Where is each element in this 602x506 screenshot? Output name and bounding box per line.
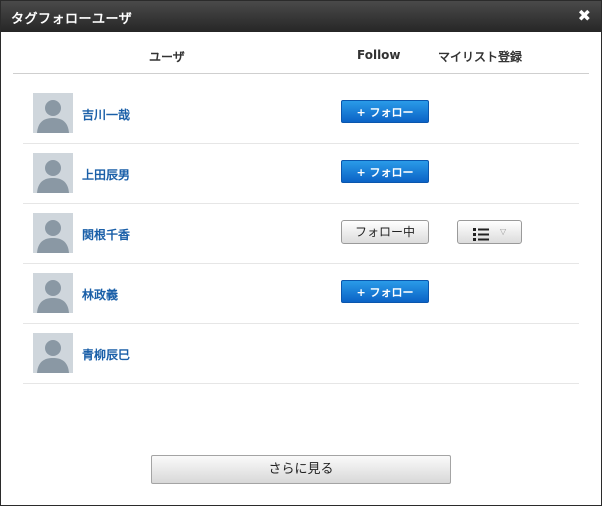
user-name-link[interactable]: 上田辰男 <box>82 166 130 183</box>
avatar <box>33 93 73 133</box>
avatar <box>33 153 73 193</box>
header-divider <box>13 73 589 74</box>
user-row: 関根千香 フォロー中 ▽ <box>23 203 579 264</box>
user-name-link[interactable]: 吉川一哉 <box>82 106 130 123</box>
user-row: 吉川一哉 + フォロー <box>23 83 579 144</box>
user-row: 林政義 + フォロー <box>23 263 579 324</box>
close-icon[interactable]: ✖ <box>578 6 591 25</box>
user-name-link[interactable]: 林政義 <box>82 286 118 303</box>
column-header-user: ユーザ <box>149 50 185 64</box>
dialog-title: タグフォローユーザ <box>11 12 133 27</box>
avatar <box>33 333 73 373</box>
mylist-dropdown-button[interactable]: ▽ <box>457 220 522 244</box>
user-name-link[interactable]: 青柳辰巳 <box>82 346 130 363</box>
user-row: 青柳辰巳 <box>23 323 579 384</box>
chevron-down-icon: ▽ <box>500 227 507 236</box>
following-button[interactable]: フォロー中 <box>341 220 429 244</box>
list-icon <box>473 226 489 245</box>
dialog-titlebar: タグフォローユーザ ✖ <box>1 1 601 32</box>
column-header-follow: Follow <box>357 48 401 62</box>
see-more-button[interactable]: さらに見る <box>151 455 451 484</box>
follow-button[interactable]: + フォロー <box>341 280 429 303</box>
follow-button[interactable]: + フォロー <box>341 160 429 183</box>
avatar <box>33 213 73 253</box>
follow-button[interactable]: + フォロー <box>341 100 429 123</box>
user-name-link[interactable]: 関根千香 <box>82 226 130 243</box>
user-row: 上田辰男 + フォロー <box>23 143 579 204</box>
tag-follow-users-dialog: タグフォローユーザ ✖ ユーザ Follow マイリスト登録 吉川一哉 + フォ… <box>0 0 602 506</box>
column-header-mylist: マイリスト登録 <box>438 50 523 64</box>
avatar <box>33 273 73 313</box>
